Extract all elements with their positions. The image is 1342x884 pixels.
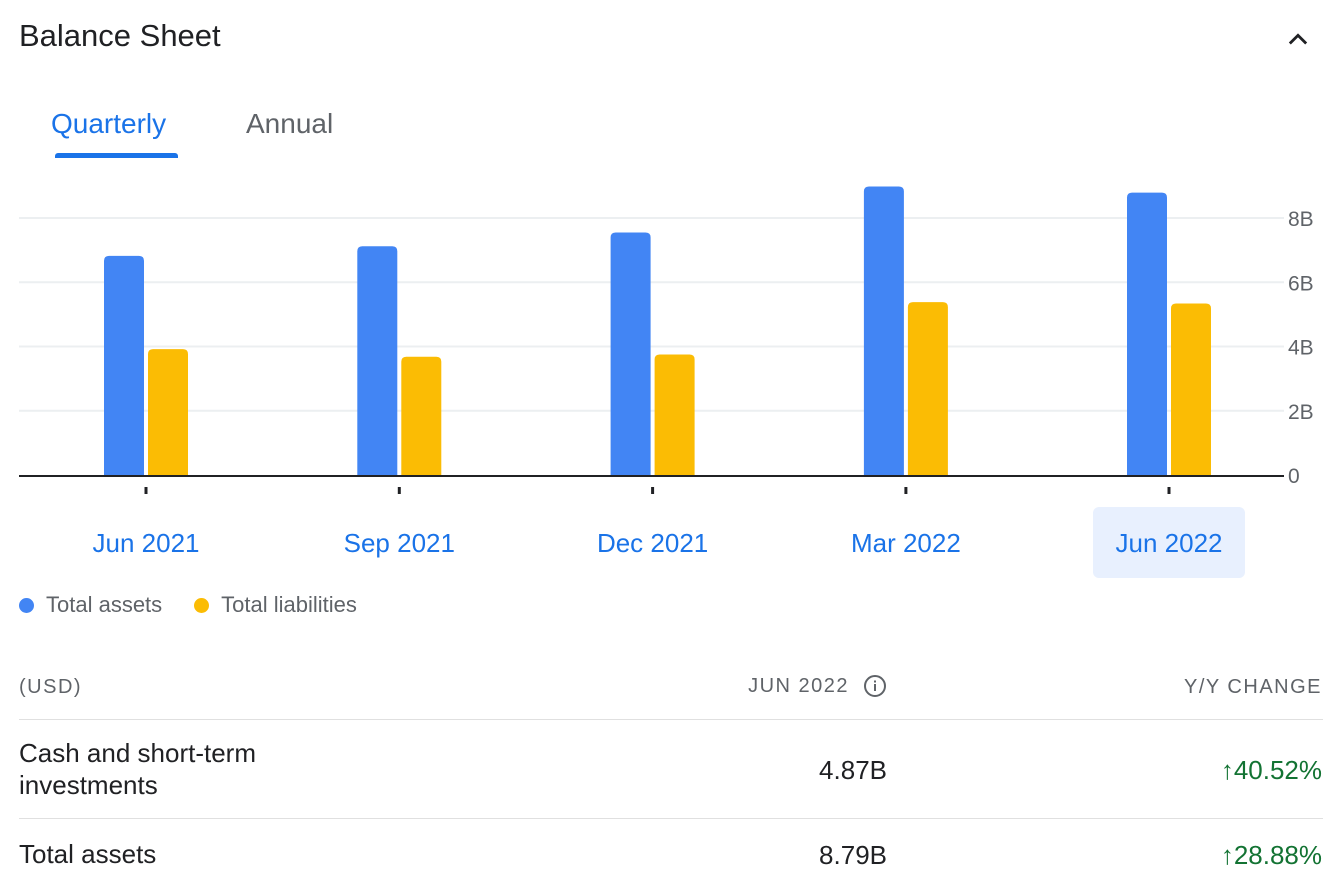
row-label-cash-line2: investments [19, 770, 158, 800]
row-value-assets: 8.79B [819, 840, 887, 870]
table-header-change: Y/Y CHANGE [1184, 676, 1322, 698]
yellow-dot-icon [194, 597, 210, 613]
tab-annual[interactable]: Annual [246, 108, 333, 140]
row-change-assets-value: 28.88% [1233, 840, 1322, 870]
row-label-cash: Cash and short-term investments [19, 737, 256, 801]
bar-total-liabilities [401, 356, 442, 475]
x-category-label[interactable]: Mar 2022 [851, 528, 961, 558]
table-header-period-label: JUN 2022 [748, 674, 849, 697]
bar-total-assets [863, 186, 904, 475]
collapse-button[interactable] [1276, 20, 1320, 60]
active-tab-indicator [55, 153, 178, 158]
y-tick-label: 0 [1288, 465, 1300, 488]
bar-total-assets [610, 232, 651, 475]
bar-total-assets [357, 246, 398, 475]
chevron-up-icon [1288, 33, 1308, 45]
bar-total-liabilities [654, 354, 695, 475]
blue-dot-icon [19, 597, 34, 613]
row-value-cash: 4.87B [819, 755, 887, 785]
legend-label-liabilities: Total liabilities [221, 592, 357, 617]
legend-label-assets: Total assets [46, 592, 163, 617]
tab-quarterly[interactable]: Quarterly [51, 108, 166, 140]
y-tick-label: 8B [1288, 208, 1314, 231]
legend-item-assets: Total assets [19, 592, 162, 618]
info-icon[interactable] [863, 674, 887, 698]
bar-total-liabilities [1171, 303, 1211, 475]
bar-total-assets [104, 255, 144, 475]
table-divider [19, 719, 1323, 720]
y-tick-label: 4B [1288, 337, 1314, 360]
arrow-up-icon: ↑ [1220, 840, 1234, 870]
row-change-cash: ↑40.52% [1221, 755, 1322, 786]
row-change-assets: ↑28.88% [1221, 840, 1322, 871]
bar-total-assets [1127, 192, 1167, 475]
x-category-label[interactable]: Sep 2021 [344, 528, 455, 558]
bar-total-liabilities [907, 302, 948, 475]
row-change-cash-value: 40.52% [1233, 755, 1322, 785]
table-header-currency: (USD) [19, 676, 83, 698]
table-header-period: JUN 2022 [748, 674, 887, 698]
row-label-assets: Total assets [19, 839, 157, 869]
arrow-up-icon: ↑ [1220, 755, 1234, 785]
row-label-cash-line1: Cash and short-term [19, 738, 256, 768]
legend-item-liabilities: Total liabilities [194, 592, 357, 618]
section-title: Balance Sheet [19, 18, 221, 53]
y-tick-label: 6B [1288, 272, 1314, 295]
x-category-label[interactable]: Jun 2022 [1116, 528, 1223, 558]
bar-total-liabilities [148, 349, 188, 475]
x-category-label[interactable]: Dec 2021 [597, 528, 708, 558]
x-category-label[interactable]: Jun 2021 [93, 528, 200, 558]
y-tick-label: 2B [1288, 401, 1314, 424]
chart-legend: Total assets Total liabilities [19, 592, 389, 618]
balance-sheet-chart: 0 2B 4B 6B 8B Jun 2021 Sep 2021 Dec 2021 Mar 20… [19, 186, 1314, 578]
table-divider [19, 818, 1323, 819]
